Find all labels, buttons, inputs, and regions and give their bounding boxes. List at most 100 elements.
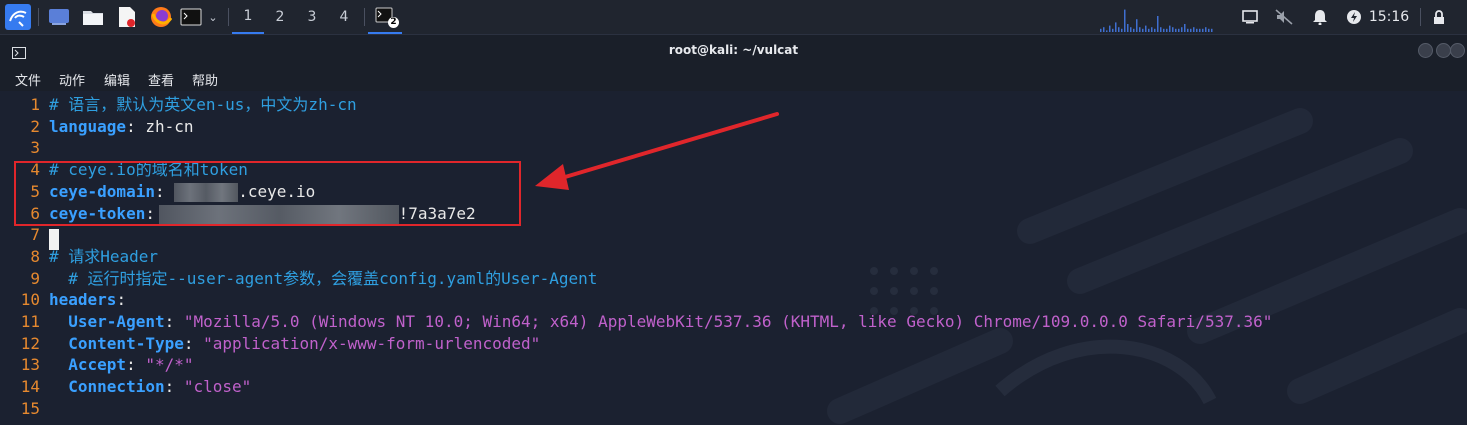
cpu-graph-bar — [1145, 25, 1147, 32]
window-titlebar[interactable]: root@kali: ~/vulcat — [0, 35, 1467, 67]
cpu-graph-bar — [1196, 28, 1198, 32]
code-line: 1 # 语言，默认为英文en-us，中文为zh-cn — [0, 94, 357, 116]
line-number: 2 — [30, 116, 40, 136]
yaml-string-value: "*/*" — [145, 355, 194, 375]
key-separator: : — [126, 355, 146, 375]
file-manager-icon[interactable] — [80, 0, 106, 34]
cpu-graph-bar — [1172, 27, 1174, 32]
cpu-graph-bar — [1181, 27, 1183, 32]
firefox-icon[interactable] — [148, 0, 174, 34]
code-line: 13 Accept: "*/*" — [0, 354, 194, 376]
cpu-graph-bar — [1175, 28, 1177, 32]
workspace-1[interactable]: 1 — [232, 0, 264, 34]
key-separator: : — [116, 290, 127, 310]
terminal-task-button[interactable]: 2 — [368, 0, 402, 34]
minimize-button[interactable] — [1418, 43, 1433, 58]
terminal-task-icon: 2 — [375, 7, 399, 28]
terminal-launcher-icon[interactable] — [178, 0, 204, 34]
kali-menu-icon[interactable] — [3, 0, 33, 34]
workspace-3[interactable]: 3 — [296, 0, 328, 34]
cpu-graph-bar — [1142, 28, 1144, 32]
code-line: 3 — [0, 137, 49, 159]
code-line: 15 — [0, 398, 49, 420]
line-number: 11 — [20, 312, 40, 331]
chevron-down-icon[interactable]: ⌄ — [205, 0, 221, 34]
key-separator: : — [126, 116, 146, 136]
yaml-key: Content-Type — [68, 333, 184, 353]
line-number: 1 — [30, 95, 40, 114]
close-button[interactable] — [1450, 43, 1465, 58]
code-line: 7 — [0, 224, 49, 246]
cpu-graph-bar — [1103, 27, 1105, 32]
cpu-graph-bar — [1106, 30, 1108, 32]
yaml-key: language — [49, 116, 127, 136]
yaml-key: User-Agent — [68, 312, 165, 331]
line-number: 7 — [30, 225, 40, 245]
line-number: 12 — [20, 333, 40, 353]
key-separator: : — [164, 312, 184, 331]
yaml-value: zh-cn — [145, 116, 194, 136]
volume-muted-icon[interactable] — [1273, 0, 1295, 34]
annotation-highlight-box — [14, 161, 521, 226]
menu-help[interactable]: 帮助 — [192, 70, 218, 89]
cpu-graph-bar — [1115, 22, 1117, 32]
lock-icon[interactable] — [1428, 0, 1450, 34]
window-title: root@kali: ~/vulcat — [668, 43, 799, 57]
power-manager-icon[interactable] — [1343, 0, 1365, 34]
cpu-graph-bar — [1127, 24, 1129, 32]
maximize-button[interactable] — [1436, 43, 1451, 58]
key-separator: : — [183, 333, 204, 353]
cpu-graph-bar — [1166, 28, 1168, 32]
cpu-graph-bar — [1187, 28, 1189, 32]
text-editor-icon[interactable] — [114, 0, 140, 34]
cpu-graph-bar — [1100, 28, 1102, 32]
workspace-4[interactable]: 4 — [328, 0, 360, 34]
code-line: 9 # 运行时指定--user-agent参数，会覆盖config.yaml的U… — [0, 268, 597, 290]
cpu-graph-bar — [1124, 9, 1126, 32]
line-number: 14 — [20, 377, 40, 397]
code-line: 8 # 请求Header — [0, 246, 158, 268]
cpu-graph-bar — [1190, 28, 1192, 32]
cpu-graph-bar — [1169, 25, 1171, 32]
menu-file[interactable]: 文件 — [15, 70, 41, 89]
line-number: 10 — [20, 290, 40, 310]
terminal-area[interactable]: 1 # 语言，默认为英文en-us，中文为zh-cn 2 language: zh-c… — [0, 91, 1467, 425]
cpu-graph-bar — [1160, 27, 1162, 32]
cpu-graph-bar — [1133, 28, 1135, 32]
monitor-icon[interactable] — [1239, 0, 1261, 34]
taskbar: ⌄ 1 2 3 4 2 15:16 — [0, 0, 1467, 35]
menu-edit[interactable]: 编辑 — [104, 70, 130, 89]
comment-text: # 运行时指定--user-agent参数，会覆盖config.yaml的Use… — [49, 268, 598, 288]
show-desktop-icon[interactable] — [46, 0, 72, 34]
comment-text: # 语言，默认为英文en-us，中文为zh-cn — [49, 95, 357, 114]
yaml-string-value: "close" — [183, 377, 252, 397]
clock[interactable]: 15:16 — [1368, 0, 1410, 34]
cpu-graph-bar — [1202, 28, 1204, 32]
window-count-badge: 2 — [388, 17, 399, 28]
notification-bell-icon[interactable] — [1309, 0, 1331, 34]
cpu-graph-bar — [1136, 19, 1138, 32]
cpu-graph-bar — [1112, 28, 1114, 32]
key-separator: : — [164, 377, 184, 397]
code-line: 2 language: zh-cn — [0, 116, 194, 138]
yaml-string-value: "Mozilla/5.0 (Windows NT 10.0; Win64; x6… — [183, 312, 1273, 331]
menu-view[interactable]: 查看 — [148, 70, 174, 89]
cpu-graph-bar — [1139, 27, 1141, 32]
cpu-graph-bar — [1211, 28, 1213, 32]
workspace-2[interactable]: 2 — [264, 0, 296, 34]
code-line: 10 headers: — [0, 289, 126, 311]
code-line: 11 User-Agent: "Mozilla/5.0 (Windows NT … — [0, 311, 1273, 333]
menu-actions[interactable]: 动作 — [59, 70, 85, 89]
code-line: 14 Connection: "close" — [0, 376, 252, 398]
cpu-graph-bar — [1163, 28, 1165, 32]
cpu-graph-bar — [1193, 27, 1195, 32]
comment-text: # 请求Header — [49, 246, 159, 266]
yaml-key: Connection — [68, 377, 165, 397]
yaml-key: headers — [49, 290, 117, 310]
line-number: 9 — [30, 268, 40, 288]
cpu-graph-bar — [1109, 25, 1111, 32]
cpu-graph-bar — [1178, 28, 1180, 32]
